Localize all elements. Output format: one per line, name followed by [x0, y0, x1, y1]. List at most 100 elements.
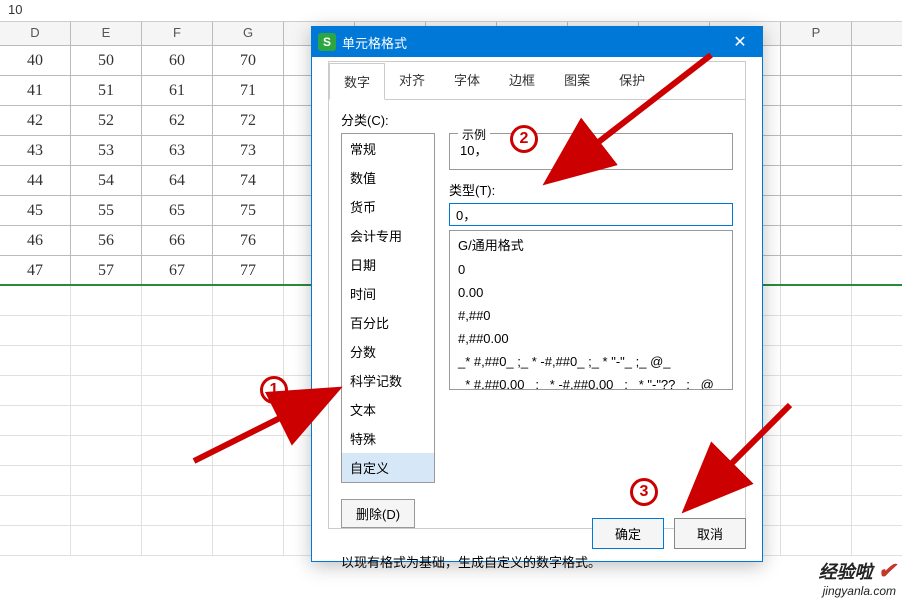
- cell[interactable]: [71, 526, 142, 555]
- cell[interactable]: [852, 316, 902, 345]
- cell[interactable]: 46: [0, 226, 71, 255]
- cell[interactable]: [781, 196, 852, 225]
- tab-数字[interactable]: 数字: [329, 63, 385, 100]
- cell[interactable]: 73: [213, 136, 284, 165]
- cell[interactable]: [781, 286, 852, 315]
- cell[interactable]: [213, 286, 284, 315]
- cell[interactable]: [0, 496, 71, 525]
- cell[interactable]: 61: [142, 76, 213, 105]
- cell[interactable]: 56: [71, 226, 142, 255]
- cell[interactable]: [213, 466, 284, 495]
- format-item[interactable]: 0.00: [450, 281, 732, 304]
- cell[interactable]: [781, 76, 852, 105]
- category-item[interactable]: 分数: [342, 337, 434, 366]
- column-header[interactable]: P: [781, 22, 852, 45]
- cell[interactable]: [852, 436, 902, 465]
- category-item[interactable]: 常规: [342, 134, 434, 163]
- category-item[interactable]: 自定义: [342, 453, 434, 482]
- cell[interactable]: [142, 466, 213, 495]
- cell[interactable]: [781, 376, 852, 405]
- format-item[interactable]: G/通用格式: [450, 231, 732, 258]
- cell[interactable]: [213, 496, 284, 525]
- cell[interactable]: 66: [142, 226, 213, 255]
- cell[interactable]: 57: [71, 256, 142, 284]
- cell[interactable]: 60: [142, 46, 213, 75]
- cell[interactable]: [71, 316, 142, 345]
- cell[interactable]: 76: [213, 226, 284, 255]
- cell[interactable]: [142, 376, 213, 405]
- category-list[interactable]: 常规数值货币会计专用日期时间百分比分数科学记数文本特殊自定义: [341, 133, 435, 483]
- cell[interactable]: [142, 526, 213, 555]
- formula-bar[interactable]: 10: [0, 0, 902, 22]
- category-item[interactable]: 特殊: [342, 424, 434, 453]
- delete-button[interactable]: 删除(D): [341, 499, 415, 528]
- cell[interactable]: [852, 106, 902, 135]
- cell[interactable]: 75: [213, 196, 284, 225]
- cell[interactable]: [213, 406, 284, 435]
- cell[interactable]: [0, 526, 71, 555]
- cell[interactable]: [213, 526, 284, 555]
- cell[interactable]: [0, 406, 71, 435]
- cell[interactable]: [852, 76, 902, 105]
- cell[interactable]: 74: [213, 166, 284, 195]
- cell[interactable]: 50: [71, 46, 142, 75]
- cell[interactable]: [852, 376, 902, 405]
- tab-图案[interactable]: 图案: [550, 62, 605, 99]
- cell[interactable]: [781, 466, 852, 495]
- cell[interactable]: [142, 286, 213, 315]
- cell[interactable]: [852, 226, 902, 255]
- cell[interactable]: 65: [142, 196, 213, 225]
- cell[interactable]: [852, 466, 902, 495]
- tab-字体[interactable]: 字体: [440, 62, 495, 99]
- type-input[interactable]: [449, 203, 733, 226]
- cell[interactable]: [142, 406, 213, 435]
- cell[interactable]: 62: [142, 106, 213, 135]
- dialog-titlebar[interactable]: S 单元格格式 ✕: [312, 27, 762, 57]
- cell[interactable]: [213, 436, 284, 465]
- cell[interactable]: [781, 346, 852, 375]
- cell[interactable]: [852, 166, 902, 195]
- cell[interactable]: [0, 376, 71, 405]
- cell[interactable]: 55: [71, 196, 142, 225]
- cell[interactable]: [142, 436, 213, 465]
- cell[interactable]: [852, 136, 902, 165]
- column-header[interactable]: E: [71, 22, 142, 45]
- cell[interactable]: 67: [142, 256, 213, 284]
- cell[interactable]: [852, 346, 902, 375]
- cancel-button[interactable]: 取消: [674, 518, 746, 549]
- cell[interactable]: [781, 406, 852, 435]
- cell[interactable]: [852, 46, 902, 75]
- cell[interactable]: [852, 406, 902, 435]
- cell[interactable]: [781, 136, 852, 165]
- cell[interactable]: 47: [0, 256, 71, 284]
- category-item[interactable]: 科学记数: [342, 366, 434, 395]
- cell[interactable]: [0, 316, 71, 345]
- cell[interactable]: 43: [0, 136, 71, 165]
- cell[interactable]: 72: [213, 106, 284, 135]
- format-item[interactable]: #,##0.00: [450, 327, 732, 350]
- cell[interactable]: 71: [213, 76, 284, 105]
- category-item[interactable]: 日期: [342, 250, 434, 279]
- format-list[interactable]: G/通用格式00.00#,##0#,##0.00_* #,##0_ ;_ * -…: [449, 230, 733, 390]
- cell[interactable]: [142, 496, 213, 525]
- cell[interactable]: [781, 166, 852, 195]
- cell[interactable]: [852, 196, 902, 225]
- cell[interactable]: [0, 466, 71, 495]
- cell[interactable]: [213, 346, 284, 375]
- cell[interactable]: 64: [142, 166, 213, 195]
- format-item[interactable]: _* #,##0.00_ ;_ * -#,##0.00_ ;_ * "-"??_…: [450, 373, 732, 390]
- cell[interactable]: 53: [71, 136, 142, 165]
- cell[interactable]: [142, 316, 213, 345]
- tab-保护[interactable]: 保护: [605, 62, 660, 99]
- format-item[interactable]: 0: [450, 258, 732, 281]
- cell[interactable]: [781, 496, 852, 525]
- cell[interactable]: [781, 226, 852, 255]
- cell[interactable]: [142, 346, 213, 375]
- cell[interactable]: 44: [0, 166, 71, 195]
- cell[interactable]: [71, 406, 142, 435]
- cell[interactable]: 63: [142, 136, 213, 165]
- cell[interactable]: [852, 526, 902, 555]
- cell[interactable]: [852, 286, 902, 315]
- category-item[interactable]: 数值: [342, 163, 434, 192]
- cell[interactable]: [781, 106, 852, 135]
